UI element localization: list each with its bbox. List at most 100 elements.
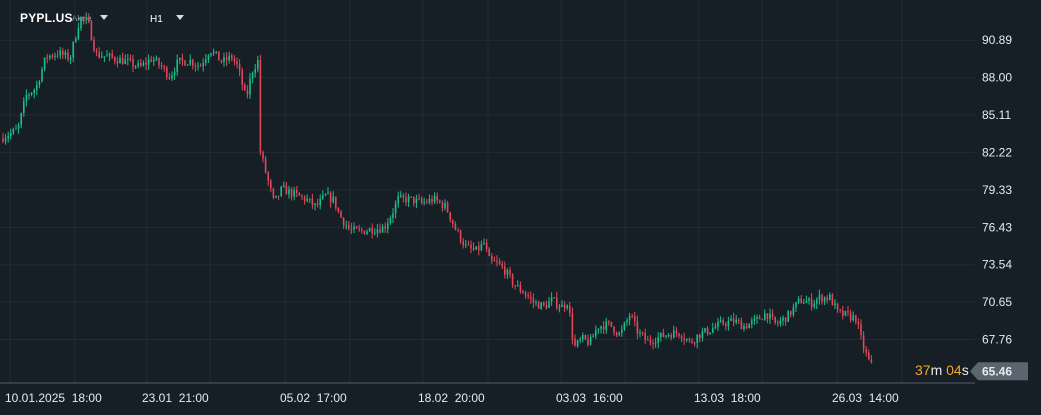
- candle: [628, 312, 631, 326]
- candle: [259, 54, 262, 156]
- candle: [753, 314, 756, 325]
- candle: [119, 55, 121, 64]
- candle: [212, 48, 215, 57]
- candle: [137, 59, 139, 69]
- candle: [844, 310, 847, 317]
- candle: [160, 61, 163, 70]
- candle: [563, 301, 566, 313]
- candle: [478, 241, 480, 256]
- candle: [665, 334, 667, 339]
- candle: [179, 57, 181, 65]
- candle: [147, 54, 150, 70]
- candle: [847, 306, 849, 317]
- candle: [246, 85, 249, 99]
- candle: [376, 224, 379, 238]
- candle: [673, 325, 675, 339]
- candle: [64, 49, 67, 60]
- candle: [374, 228, 376, 236]
- candle: [423, 197, 425, 206]
- candle: [290, 187, 293, 201]
- candle: [787, 309, 789, 322]
- price-tick-label: 85.11: [982, 108, 1011, 122]
- candle: [868, 349, 870, 361]
- time-tick-label: 10.01.2025 18:00: [5, 391, 102, 405]
- candle: [332, 191, 334, 204]
- candle: [667, 333, 670, 338]
- candle: [426, 199, 428, 205]
- candle: [608, 320, 610, 326]
- candle: [392, 208, 394, 224]
- price-tick-label: 88.00: [982, 71, 1012, 85]
- candle: [501, 260, 503, 270]
- candle: [197, 61, 199, 71]
- candle: [576, 339, 579, 348]
- candle: [93, 36, 95, 53]
- candle: [150, 55, 152, 63]
- candle: [402, 193, 405, 203]
- candle: [766, 313, 769, 324]
- candle: [457, 228, 459, 233]
- candle: [582, 332, 584, 343]
- candle: [85, 12, 87, 25]
- candle: [171, 71, 173, 81]
- candle: [605, 317, 607, 334]
- candle: [519, 281, 522, 294]
- candle: [732, 312, 735, 327]
- candle: [400, 190, 402, 199]
- candle: [475, 246, 477, 250]
- candle: [316, 198, 319, 208]
- candle: [649, 335, 652, 346]
- candle: [345, 220, 347, 230]
- candle-countdown: 37m 04s: [915, 362, 969, 378]
- candle: [254, 63, 256, 78]
- candle: [405, 192, 407, 207]
- candle: [714, 323, 717, 330]
- candle: [264, 156, 267, 174]
- candle: [823, 296, 826, 306]
- candle: [748, 323, 750, 329]
- candle: [303, 195, 306, 205]
- candle: [803, 299, 805, 304]
- candle: [233, 55, 236, 66]
- candle: [46, 53, 48, 64]
- candle: [782, 315, 784, 326]
- candle: [329, 191, 332, 208]
- price-chart[interactable]: 90.89 88.00 85.11 82.22 79.33 76.43 73.54 70.65…: [0, 0, 1041, 415]
- candle: [38, 79, 41, 89]
- candle: [756, 314, 758, 324]
- candle: [558, 303, 561, 313]
- candle: [449, 211, 451, 223]
- candle: [103, 56, 106, 63]
- candle: [51, 53, 54, 60]
- candle: [839, 308, 841, 313]
- candle: [298, 192, 301, 196]
- candle: [337, 207, 340, 214]
- candle: [121, 52, 124, 65]
- candle: [90, 20, 93, 41]
- candle: [680, 334, 683, 343]
- candle: [784, 317, 787, 326]
- candle: [28, 92, 30, 100]
- candle: [384, 222, 386, 233]
- candle: [579, 336, 581, 344]
- candle: [54, 52, 56, 61]
- candle: [631, 313, 633, 319]
- chart-root[interactable]: PYPL.US Akcie H1 90.8988.0085.1182.2279.…: [0, 0, 1041, 415]
- candle: [134, 65, 137, 70]
- candle: [550, 292, 553, 306]
- candle: [834, 299, 836, 310]
- candle: [852, 311, 854, 322]
- candle: [745, 323, 748, 330]
- candle: [870, 355, 873, 364]
- candle: [514, 284, 516, 290]
- candle: [722, 317, 724, 326]
- candle: [743, 323, 745, 332]
- candle: [394, 200, 397, 219]
- candle: [831, 293, 834, 306]
- candle: [610, 321, 613, 328]
- price-axis: 90.89 88.00 85.11 82.22 79.33 76.43 73.54 70.65…: [982, 33, 1012, 346]
- candle: [228, 51, 230, 64]
- candle: [639, 329, 641, 338]
- candle: [431, 195, 433, 206]
- candle: [410, 196, 412, 199]
